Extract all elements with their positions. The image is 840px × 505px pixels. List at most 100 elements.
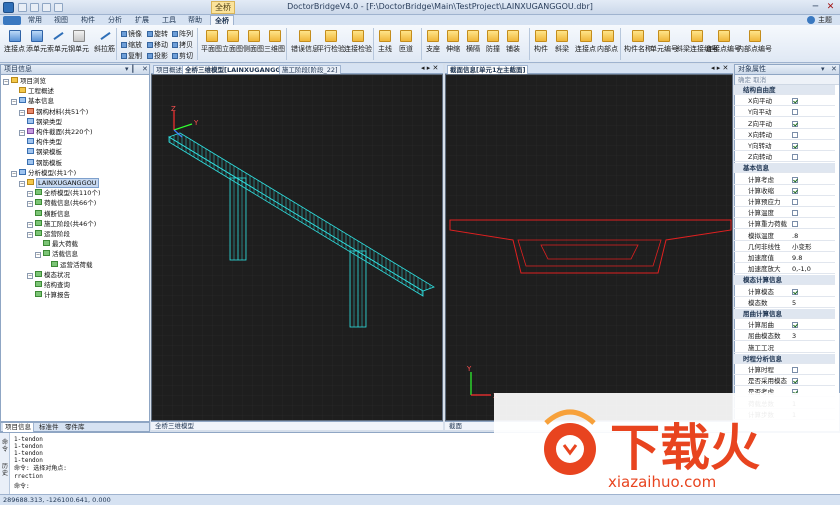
bearing-button[interactable]: 支座 [426, 30, 440, 54]
tree-item[interactable]: − 施工阶段(共46个) [27, 219, 96, 229]
tab-help[interactable]: 帮助 [184, 15, 206, 25]
tab-standard-parts[interactable]: 标准件 [39, 423, 59, 432]
tab-whole-bridge[interactable]: 全桥 [210, 15, 234, 25]
plan-view-button[interactable]: 平面图 [201, 30, 222, 54]
application-menu-button[interactable] [3, 16, 21, 25]
tree-item[interactable]: − LAINXUGANGGOU [19, 178, 99, 188]
pavement-button[interactable]: 铺装 [506, 30, 520, 54]
connection-check-button[interactable]: 连接检验 [344, 30, 372, 54]
property-checkbox[interactable] [792, 143, 798, 149]
property-row[interactable]: 计算时程 [734, 365, 835, 375]
expander-icon[interactable]: − [27, 221, 33, 228]
pin-icon[interactable]: ▾ [821, 65, 825, 74]
property-checkbox[interactable] [792, 288, 798, 295]
expander-icon[interactable]: − [3, 79, 9, 85]
tree-item[interactable]: − 项目浏览 [3, 77, 46, 86]
property-checkbox[interactable] [792, 322, 798, 329]
property-checkbox[interactable] [792, 210, 798, 217]
add-node-button[interactable]: 连接点 [4, 30, 25, 54]
property-row[interactable]: X向平动 [734, 96, 835, 107]
duplicate-button[interactable]: 拷贝 [172, 40, 193, 50]
expander-icon[interactable]: − [19, 130, 25, 136]
tree-item[interactable]: 运营活荷载 [43, 260, 93, 270]
property-checkbox[interactable] [792, 187, 798, 194]
tree-item[interactable]: − 活载信息 [35, 250, 78, 259]
cable-element-button[interactable]: 索单元 [47, 30, 68, 54]
panel-close-icon[interactable]: ✕ [831, 65, 837, 74]
viewport-nav-icon[interactable]: ◂ ▸ ✕ [421, 64, 438, 73]
tree-item[interactable]: − 模态状况 [27, 270, 70, 280]
property-row[interactable]: 是否采用模态 [734, 376, 835, 387]
property-row[interactable]: X向转动 [734, 130, 835, 140]
tree-item[interactable]: − 运营阶段 [27, 230, 70, 239]
property-checkbox[interactable] [792, 199, 798, 205]
tab-view[interactable]: 视图 [50, 15, 72, 25]
property-row[interactable]: 模态数 5 [734, 298, 835, 308]
ramp-button[interactable]: 匝道 [399, 30, 413, 54]
property-row[interactable]: 模拟温度 .8 [734, 231, 835, 241]
connection-point-button[interactable]: 连接点 [575, 30, 596, 54]
property-row[interactable]: 施工工况 [734, 343, 835, 353]
property-checkbox[interactable] [792, 378, 798, 385]
parallel-check-button[interactable]: 平行检验 [317, 30, 345, 54]
3d-view-button[interactable]: 三维图 [264, 30, 285, 54]
property-value[interactable]: 9.8 [792, 253, 834, 263]
tab-tools[interactable]: 工具 [158, 15, 180, 25]
property-checkbox[interactable] [792, 120, 798, 127]
property-category[interactable]: 结构自由度 [734, 85, 835, 95]
app-icon[interactable] [3, 2, 14, 13]
stay-cable-button[interactable]: 斜拉筋 [94, 30, 115, 54]
connection-number-button[interactable]: 连接点编号 [706, 30, 741, 54]
property-category[interactable]: 模态计算信息 [734, 275, 835, 286]
component-button[interactable]: 构件 [534, 30, 548, 54]
tree-item[interactable]: 构件类型 [19, 138, 62, 147]
cut-button[interactable]: 剪切 [172, 51, 193, 61]
property-row[interactable]: 加速度值 9.8 [734, 253, 835, 263]
tree-item[interactable]: 工程概述 [11, 87, 54, 96]
steel-element-button[interactable]: 钢单元 [68, 30, 89, 54]
tree-item[interactable]: − 基本信息 [11, 97, 54, 106]
tree-item[interactable]: 结构查询 [27, 281, 70, 290]
help-icon[interactable] [807, 16, 815, 24]
tab-section-info[interactable]: 截面信息[单元1左主截面] [447, 65, 529, 74]
expander-icon[interactable]: − [19, 109, 25, 116]
property-checkbox[interactable] [792, 109, 798, 116]
property-value[interactable]: 小变形 [792, 242, 834, 252]
expander-icon[interactable]: − [11, 99, 17, 106]
panel-close-icon[interactable]: ✕ [142, 65, 148, 74]
tab-component[interactable]: 构件 [77, 15, 99, 25]
rotate-button[interactable]: 旋转 [147, 29, 168, 39]
tab-analysis[interactable]: 分析 [104, 15, 126, 25]
array-button[interactable]: 阵列 [172, 29, 193, 39]
expander-icon[interactable]: − [35, 252, 41, 259]
property-checkbox[interactable] [792, 176, 798, 183]
element-number-button[interactable]: 单元编号 [650, 30, 678, 54]
expander-icon[interactable]: − [27, 232, 33, 238]
command-input[interactable]: 命令: [14, 483, 30, 490]
property-checkbox[interactable] [792, 367, 798, 373]
tree-item[interactable]: − 钢构材料(共51个) [19, 107, 88, 117]
pin-icon[interactable]: ▾ ┃ [125, 65, 135, 74]
property-category[interactable]: 屈曲计算信息 [734, 309, 835, 319]
copy-button[interactable]: 复制 [121, 51, 142, 61]
property-row[interactable]: 屈曲模态数 3 [734, 331, 835, 342]
property-row[interactable]: Z向转动 [734, 152, 835, 163]
property-row[interactable]: 计算考虑 [734, 175, 835, 185]
property-category[interactable]: 基本信息 [734, 163, 835, 174]
save-icon[interactable] [18, 3, 27, 12]
property-row[interactable]: 计算预应力 [734, 197, 835, 207]
property-value[interactable]: 0,-1,0 [792, 264, 834, 274]
theme-label[interactable]: 主题 [818, 15, 832, 25]
project-button[interactable]: 投影 [147, 51, 168, 61]
tree-item[interactable]: − 荷载信息(共66个) [27, 199, 96, 208]
component-name-button[interactable]: 构件名称 [624, 30, 652, 54]
close-button[interactable]: ✕ [824, 1, 837, 13]
viewport-nav-icon[interactable]: ◂ ▸ ✕ [711, 64, 728, 73]
expansion-joint-button[interactable]: 伸缩 [446, 30, 460, 54]
interior-point-button[interactable]: 内部点 [597, 30, 618, 54]
property-checkbox[interactable] [792, 221, 798, 228]
expander-icon[interactable]: − [19, 181, 25, 187]
tab-common[interactable]: 常用 [24, 15, 46, 25]
tab-construction-stage[interactable]: 施工阶段[阶段_22] [279, 65, 341, 74]
scale-button[interactable]: 缩放 [121, 40, 142, 50]
